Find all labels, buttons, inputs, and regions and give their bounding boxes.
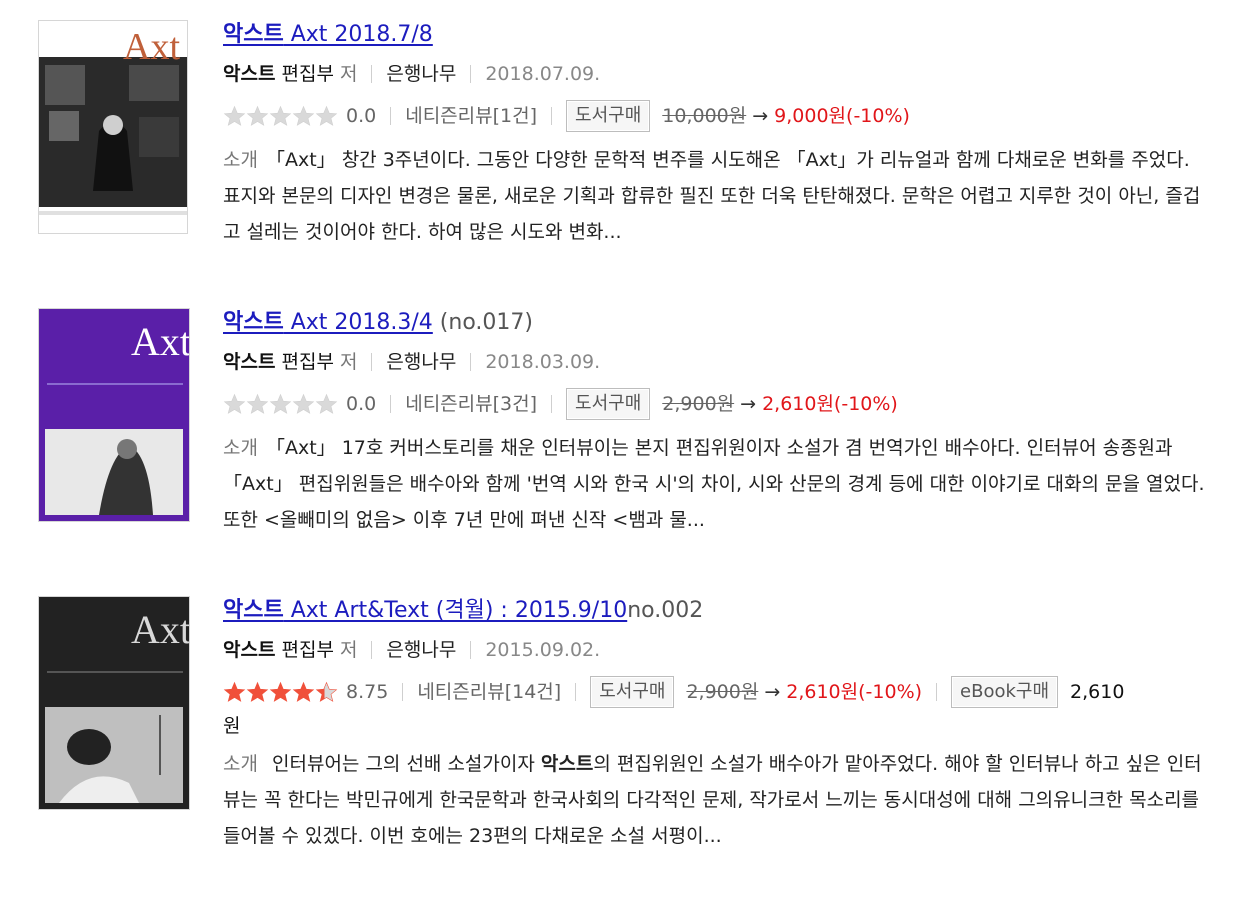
cover-image: Axt bbox=[39, 597, 189, 809]
star-icon bbox=[269, 105, 292, 126]
book-description: 소개 인터뷰어는 그의 선배 소설가이자 악스트의 편집위원인 소설가 배수아가… bbox=[223, 746, 1213, 854]
star-icon bbox=[269, 681, 292, 702]
book-title: 악스트 Axt 2018.3/4 (no.017) bbox=[223, 310, 533, 335]
description-label: 소개 bbox=[223, 753, 258, 775]
cover-image: Axt bbox=[39, 21, 187, 233]
divider bbox=[470, 65, 472, 83]
description-label: 소개 bbox=[223, 437, 258, 459]
book-title-link[interactable]: 악스트 Axt 2018.3/4 bbox=[223, 310, 433, 335]
divider bbox=[470, 641, 472, 659]
book-title: 악스트 Axt 2018.7/8 bbox=[223, 20, 1223, 50]
divider bbox=[371, 65, 373, 83]
author-role: 저 bbox=[339, 351, 358, 373]
divider bbox=[936, 683, 938, 701]
cover-image: Axt bbox=[39, 309, 189, 521]
review-link[interactable]: 네티즌리뷰[3건] bbox=[405, 390, 537, 418]
description-text: 「Axt」 17호 커버스토리를 채운 인터뷰이는 본지 편집위원이자 소설가 … bbox=[223, 437, 1205, 531]
sale-price: 9,000원(-10%) bbox=[774, 105, 910, 127]
book-cover[interactable]: Axt bbox=[38, 308, 190, 522]
author-role: 저 bbox=[339, 639, 358, 661]
author[interactable]: 악스트 편집부 bbox=[223, 60, 334, 88]
review-link[interactable]: 네티즌리뷰[1건] bbox=[405, 102, 537, 130]
star-icon bbox=[292, 105, 315, 126]
divider bbox=[390, 395, 392, 413]
original-price: 2,900원 bbox=[662, 393, 735, 415]
rating-score: 0.0 bbox=[346, 393, 377, 415]
description-text: 「Axt」 창간 3주년이다. 그동안 다양한 문학적 변주를 시도해온 「Ax… bbox=[223, 149, 1201, 243]
cover-title: Axt bbox=[131, 319, 189, 364]
cover-title: Axt bbox=[123, 26, 180, 68]
book-meta: 악스트 편집부 저 은행나무 2015.09.02. bbox=[223, 636, 1223, 664]
description-text: 인터뷰어는 그의 선배 소설가이자 악스트의 편집위원인 소설가 배수아가 맡아… bbox=[223, 753, 1202, 847]
buy-book-button[interactable]: 도서구매 bbox=[566, 388, 651, 420]
buy-ebook-button[interactable]: eBook구매 bbox=[951, 676, 1059, 708]
star-icon bbox=[269, 393, 292, 414]
star-icon bbox=[315, 681, 338, 702]
star-icon bbox=[246, 681, 269, 702]
rating-row: 8.75 네티즌리뷰[14건] 도서구매 2,900원 → 2,610원(-10… bbox=[223, 676, 1223, 708]
sale-price: 2,610원(-10%) bbox=[762, 393, 898, 415]
rating-score: 0.0 bbox=[346, 105, 377, 127]
divider bbox=[551, 107, 553, 125]
divider bbox=[551, 395, 553, 413]
star-icon bbox=[292, 681, 315, 702]
publish-date: 2015.09.02. bbox=[485, 639, 601, 661]
cover-title: Axt bbox=[131, 607, 189, 652]
divider bbox=[402, 683, 404, 701]
book-title: 악스트 Axt Art&Text (격월) : 2015.9/10no.002 bbox=[223, 598, 704, 623]
book-cover[interactable]: Axt bbox=[38, 596, 190, 810]
rating-row: 0.0 네티즌리뷰[3건] 도서구매 2,900원 → 2,610원(-10%) bbox=[223, 388, 1223, 420]
author[interactable]: 악스트 편집부 bbox=[223, 348, 334, 376]
star-icon bbox=[223, 681, 246, 702]
book-title-link[interactable]: 악스트 Axt 2018.7/8 bbox=[223, 22, 433, 47]
original-price: 10,000원 bbox=[662, 105, 747, 127]
book-description: 소개 「Axt」 17호 커버스토리를 채운 인터뷰이는 본지 편집위원이자 소설… bbox=[223, 430, 1213, 538]
book-cover[interactable]: Axt bbox=[38, 20, 188, 234]
star-icon bbox=[246, 393, 269, 414]
star-icon bbox=[292, 393, 315, 414]
star-icon bbox=[223, 105, 246, 126]
author[interactable]: 악스트 편집부 bbox=[223, 636, 334, 664]
book-info: 악스트 Axt 2018.7/8 악스트 편집부 저 은행나무 2018.07.… bbox=[223, 20, 1223, 250]
buy-book-button[interactable]: 도서구매 bbox=[566, 100, 651, 132]
book-title-link[interactable]: 악스트 Axt Art&Text (격월) : 2015.9/10 bbox=[223, 598, 627, 623]
book-info: 악스트 Axt 2018.3/4 (no.017) 악스트 편집부 저 은행나무… bbox=[223, 308, 1223, 538]
publisher[interactable]: 은행나무 bbox=[386, 636, 456, 664]
rating-stars bbox=[223, 681, 338, 703]
rating-stars bbox=[223, 105, 338, 127]
book-meta: 악스트 편집부 저 은행나무 2018.03.09. bbox=[223, 348, 1223, 376]
price-arrow: → bbox=[764, 681, 781, 703]
divider bbox=[371, 641, 373, 659]
author-role: 저 bbox=[339, 63, 358, 85]
original-price: 2,900원 bbox=[686, 681, 759, 703]
publish-date: 2018.07.09. bbox=[485, 63, 601, 85]
rating-score: 8.75 bbox=[346, 681, 389, 703]
buy-book-button[interactable]: 도서구매 bbox=[590, 676, 675, 708]
price-arrow: → bbox=[752, 105, 769, 127]
review-link[interactable]: 네티즌리뷰[14건] bbox=[417, 678, 561, 706]
star-icon bbox=[223, 393, 246, 414]
sale-price: 2,610원(-10%) bbox=[786, 681, 923, 703]
publish-date: 2018.03.09. bbox=[485, 351, 601, 373]
rating-stars bbox=[223, 393, 338, 415]
publisher[interactable]: 은행나무 bbox=[386, 348, 456, 376]
publisher[interactable]: 은행나무 bbox=[386, 60, 456, 88]
star-icon bbox=[246, 105, 269, 126]
star-icon bbox=[315, 105, 338, 126]
ebook-price: 2,610 bbox=[1070, 681, 1125, 703]
ebook-price-unit-row: 원 bbox=[223, 712, 1223, 740]
divider bbox=[371, 353, 373, 371]
divider bbox=[575, 683, 577, 701]
ebook-price-unit: 원 bbox=[223, 715, 241, 737]
book-info: 악스트 Axt Art&Text (격월) : 2015.9/10no.002 … bbox=[223, 596, 1223, 854]
description-label: 소개 bbox=[223, 149, 258, 171]
divider bbox=[390, 107, 392, 125]
book-description: 소개 「Axt」 창간 3주년이다. 그동안 다양한 문학적 변주를 시도해온 「… bbox=[223, 142, 1213, 250]
book-meta: 악스트 편집부 저 은행나무 2018.07.09. bbox=[223, 60, 1223, 88]
rating-row: 0.0 네티즌리뷰[1건] 도서구매 10,000원 → 9,000원(-10%… bbox=[223, 100, 1223, 132]
price-arrow: → bbox=[740, 393, 757, 415]
divider bbox=[470, 353, 472, 371]
star-icon bbox=[315, 393, 338, 414]
